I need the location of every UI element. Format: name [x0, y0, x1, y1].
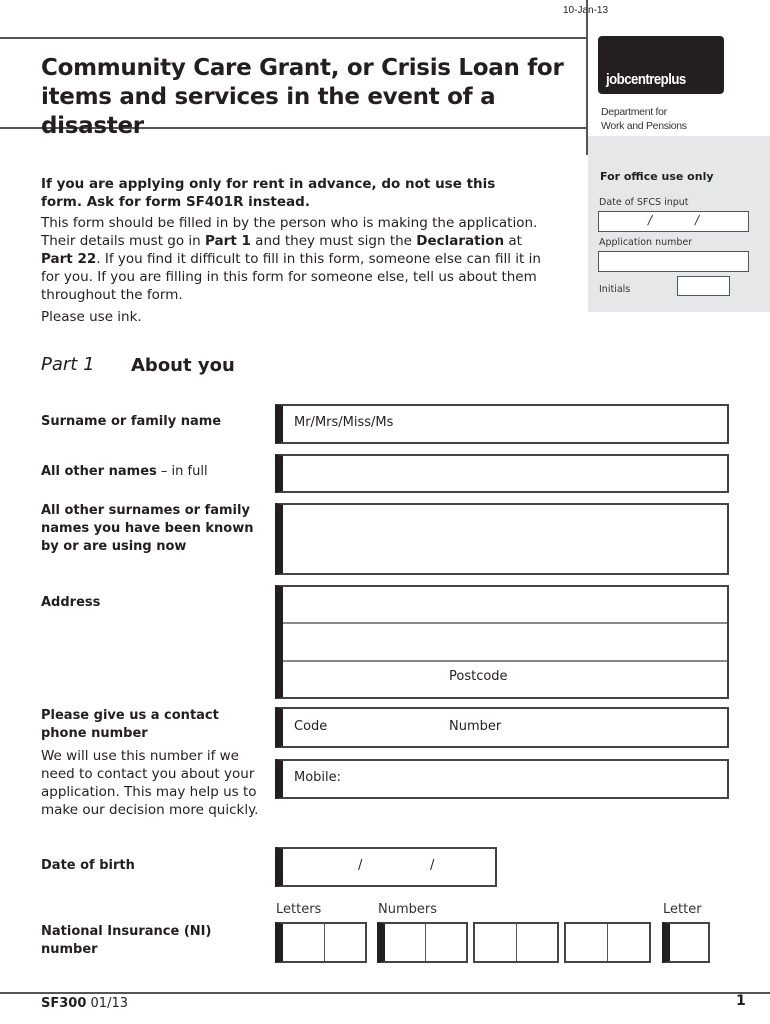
ni-final-letter-group: [662, 922, 710, 963]
date-separator: /: [695, 213, 700, 227]
other-names-label-text: All other names: [41, 464, 157, 479]
intro-instructions: This form should be filled in by the per…: [41, 214, 541, 304]
form-code-id: SF300: [41, 996, 87, 1011]
department-name: Department for Work and Pensions: [601, 105, 687, 133]
ni-letter-box[interactable]: [323, 924, 366, 961]
ni-letter-caption: Letter: [663, 902, 702, 917]
part-title: About you: [131, 355, 235, 376]
part-number: Part 1: [41, 354, 95, 375]
application-number-input[interactable]: [598, 251, 749, 272]
dob-separator: /: [430, 858, 435, 873]
sfcs-date-input[interactable]: / /: [598, 211, 749, 232]
phone-input[interactable]: Code Number: [275, 707, 729, 748]
ni-numbers-group-3: [564, 922, 651, 963]
ni-number-box[interactable]: [566, 924, 607, 961]
dob-label: Date of birth: [41, 858, 135, 873]
header-top-rule: [0, 37, 587, 39]
initials-input[interactable]: [677, 276, 730, 296]
other-surnames-label: All other surnames or family names you h…: [41, 503, 254, 554]
address-label: Address: [41, 595, 101, 610]
phone-help-text: We will use this number if we need to co…: [41, 748, 259, 818]
intro-text: at: [504, 233, 522, 249]
ni-final-letter-box[interactable]: [670, 924, 708, 961]
date-separator: /: [648, 213, 653, 227]
ni-numbers-caption: Numbers: [378, 902, 437, 917]
sfcs-date-label: Date of SFCS input: [599, 197, 689, 208]
ni-numbers-group-2: [473, 922, 559, 963]
ni-number-box[interactable]: [515, 924, 558, 961]
address-input[interactable]: Postcode: [275, 585, 729, 699]
other-surnames-input[interactable]: [275, 503, 729, 575]
form-code: SF300 01/13: [41, 996, 128, 1011]
ni-label: National Insurance (NI) number: [41, 924, 212, 957]
dob-input[interactable]: / /: [275, 847, 497, 887]
department-line-2: Work and Pensions: [601, 120, 687, 132]
surname-label: Surname or family name: [41, 414, 222, 429]
ni-numbers-group-1: [377, 922, 468, 963]
ni-letters-group: [275, 922, 367, 963]
office-use-title: For office use only: [600, 170, 714, 183]
intro-emphasis: Part 22: [41, 251, 97, 267]
intro-text: and they must sign the: [250, 233, 417, 249]
ni-letter-box[interactable]: [283, 924, 324, 961]
address-line-divider: [283, 622, 727, 624]
other-names-label: All other names – in full: [41, 463, 208, 481]
intro-emphasis: Declaration: [416, 233, 505, 249]
phone-code-label: Code: [294, 719, 328, 734]
address-line-divider: [283, 660, 727, 662]
dob-separator: /: [358, 858, 363, 873]
surname-input[interactable]: Mr/Mrs/Miss/Ms: [275, 404, 729, 444]
form-title: Community Care Grant, or Crisis Loan for…: [41, 55, 564, 139]
department-line-1: Department for: [601, 106, 667, 118]
other-names-label-suffix: – in full: [156, 464, 208, 479]
ni-number-box[interactable]: [385, 924, 425, 961]
footer-rule: [0, 992, 770, 994]
ni-number-box[interactable]: [425, 924, 466, 961]
page-number: 1: [736, 993, 746, 1009]
mobile-label: Mobile:: [294, 770, 342, 785]
other-names-input[interactable]: [275, 454, 729, 493]
phone-label: Please give us a contact phone number: [41, 708, 219, 741]
postcode-label: Postcode: [449, 669, 508, 684]
ni-letters-caption: Letters: [276, 902, 322, 917]
mobile-input[interactable]: Mobile:: [275, 759, 729, 799]
ink-note: Please use ink.: [41, 309, 142, 325]
initials-label: Initials: [599, 284, 631, 295]
intro-text: . If you find it difficult to fill in th…: [41, 251, 541, 303]
phone-number-label: Number: [449, 719, 502, 734]
jobcentreplus-logo: jobcentreplus: [598, 36, 724, 94]
rent-in-advance-warning: If you are applying only for rent in adv…: [41, 176, 496, 210]
logo-text: jobcentreplus: [606, 71, 686, 88]
application-number-label: Application number: [599, 237, 693, 248]
ni-number-box[interactable]: [475, 924, 516, 961]
form-code-date: 01/13: [90, 996, 128, 1011]
header-vertical-rule: [586, 0, 588, 155]
ni-number-box[interactable]: [607, 924, 649, 961]
intro-emphasis: Part 1: [205, 233, 251, 249]
title-prefill: Mr/Mrs/Miss/Ms: [294, 415, 394, 430]
